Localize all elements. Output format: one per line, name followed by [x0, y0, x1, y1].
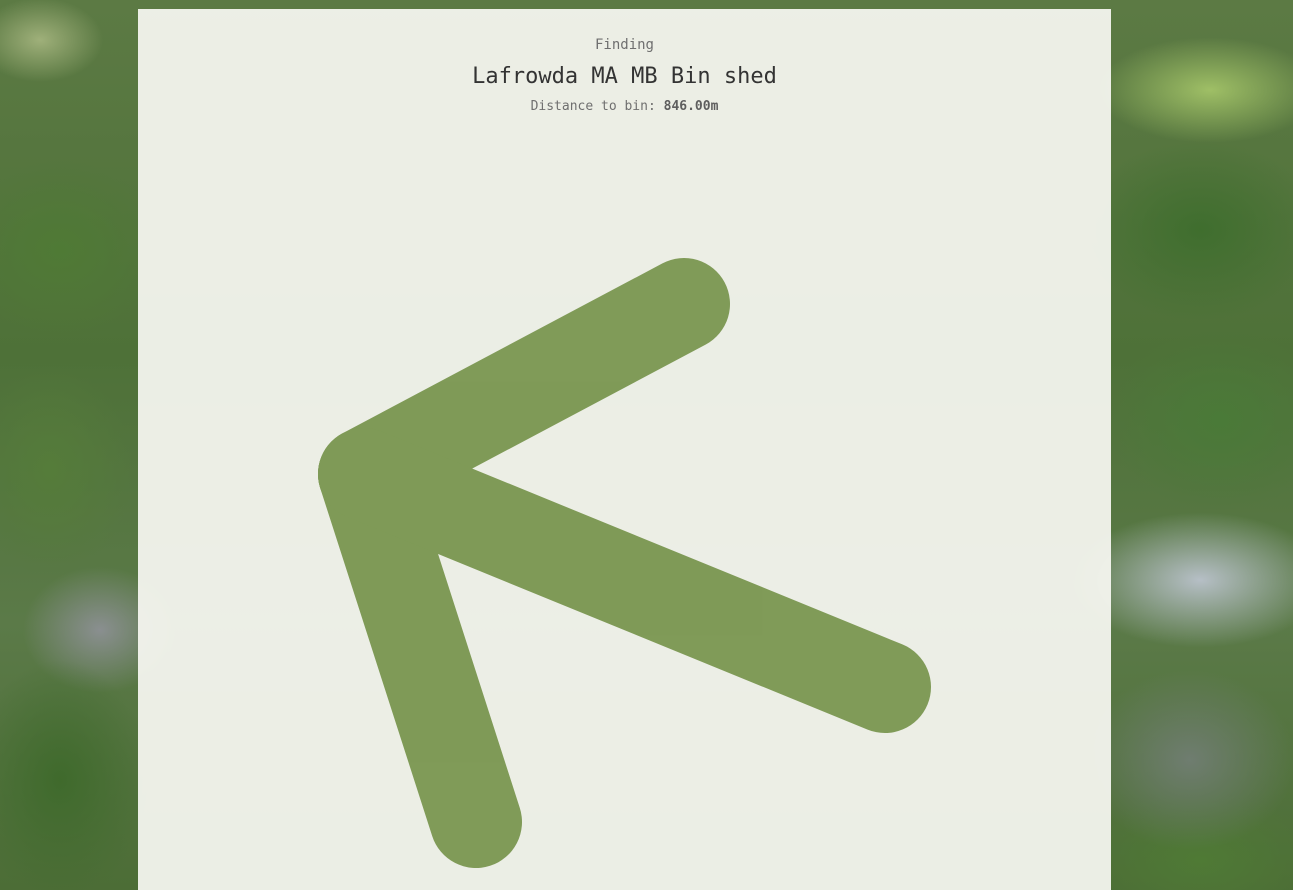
finder-panel: Finding Lafrowda MA MB Bin shed Distance…	[138, 9, 1111, 890]
direction-arrow-icon	[318, 258, 931, 868]
